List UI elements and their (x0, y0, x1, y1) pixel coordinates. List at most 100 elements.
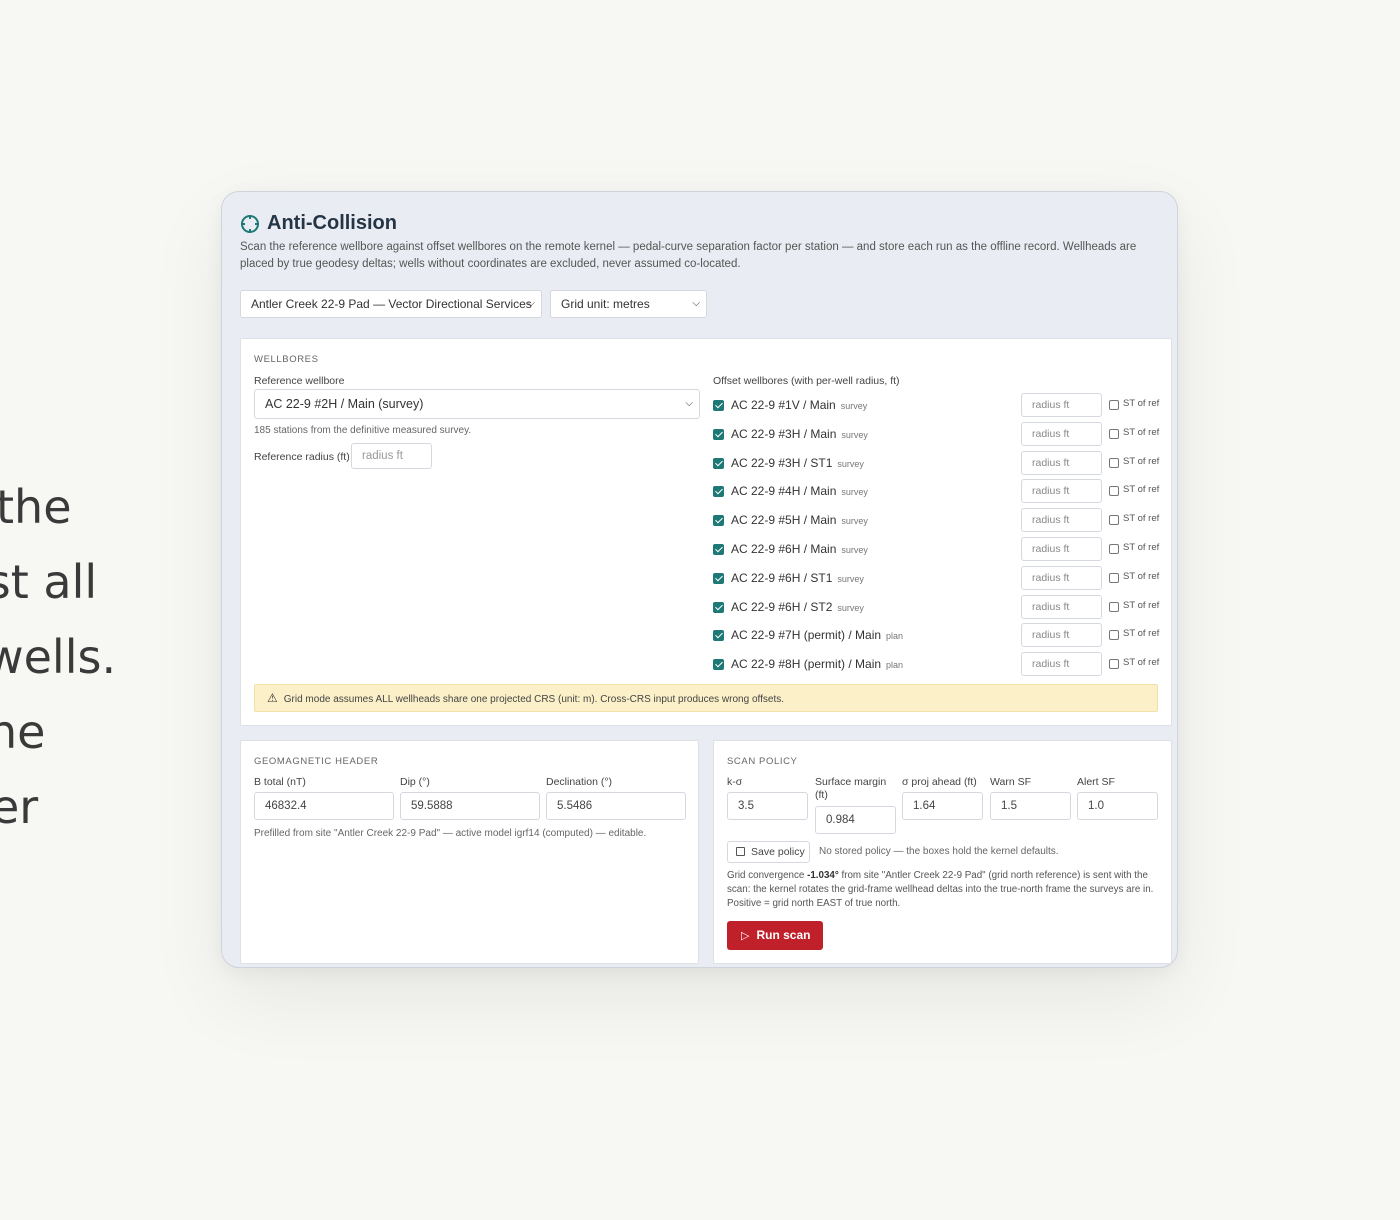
offset-radius-input[interactable]: radius ft (1021, 594, 1102, 619)
offset-radius-input[interactable]: radius ft (1021, 479, 1102, 504)
offset-wellbore-row: AC 22-9 #3H / ST1 survey radius ft ST of re… (713, 450, 1163, 477)
include-checkbox[interactable] (713, 400, 724, 411)
offset-radius-input[interactable]: radius ft (1021, 537, 1102, 561)
offset-kind: survey (841, 429, 868, 440)
reference-radius-input[interactable]: radius ft (351, 443, 432, 469)
st-of-ref-checkbox[interactable] (1109, 572, 1119, 583)
geomagnetic-section-label: GEOMAGNETIC HEADER (254, 756, 379, 767)
page-description: Scan the reference wellbore against offs… (240, 241, 1137, 270)
anti-collision-window: Anti-Collision Scan the reference wellbo… (221, 191, 1178, 968)
save-icon (736, 847, 745, 856)
offset-kind: survey (837, 602, 864, 613)
offset-kind: survey (837, 458, 864, 469)
btotal-input[interactable]: 46832.4 (254, 792, 394, 820)
offset-radius-input[interactable]: radius ft (1021, 623, 1102, 648)
st-of-ref-checkbox[interactable] (1109, 457, 1119, 468)
caption-line: ist all (0, 555, 98, 609)
offset-radius-input[interactable]: radius ft (1021, 565, 1102, 590)
scan-policy-card: SCAN POLICY k-σ 3.5 Surface margin (ft) … (713, 740, 1172, 964)
st-of-ref-label: ST of ref (1123, 398, 1160, 409)
caption-line: wells. (0, 630, 117, 684)
offset-wellbore-name: AC 22-9 #5H / Main survey (731, 513, 868, 527)
st-of-ref-checkbox[interactable] (1109, 428, 1119, 439)
offset-name-text: AC 22-9 #6H / Main (731, 542, 837, 556)
chevron-down-icon: ⌵ (527, 298, 535, 309)
offset-radius-input[interactable]: radius ft (1021, 393, 1102, 417)
offset-wellbore-row: AC 22-9 #8H (permit) / Main plan radius ft… (713, 652, 1163, 678)
chevron-down-icon: ⌵ (685, 398, 693, 409)
include-checkbox[interactable] (713, 544, 724, 555)
convergence-value: -1.034° (807, 870, 839, 881)
surface-margin-label: Surface margin (ft) (815, 776, 887, 801)
warning-text: Grid mode assumes ALL wellheads share on… (283, 694, 784, 705)
offset-wellbore-row: AC 22-9 #6H / ST2 survey radius ft ST of re… (713, 594, 1163, 621)
st-of-ref-label: ST of ref (1123, 657, 1160, 669)
st-of-ref-checkbox[interactable] (1109, 601, 1119, 612)
offset-radius-input[interactable]: radius ft (1021, 421, 1102, 446)
k-sigma-input[interactable]: 3.5 (727, 792, 808, 820)
wellbores-section-label: WELLBORES (254, 354, 319, 365)
grid-convergence-note: Grid convergence -1.034° from site "Antl… (727, 869, 1159, 911)
st-of-ref-checkbox[interactable] (1109, 400, 1119, 410)
offset-wellbore-name: AC 22-9 #6H / Main survey (731, 542, 868, 556)
declination-input[interactable]: 5.5486 (546, 792, 686, 820)
st-of-ref-checkbox[interactable] (1109, 630, 1119, 641)
sigma-proj-label: σ proj ahead (ft) (902, 776, 977, 788)
alert-sf-input[interactable]: 1.0 (1077, 792, 1158, 820)
st-of-ref-label: ST of ref (1123, 628, 1160, 640)
save-policy-button[interactable]: Save policy (727, 841, 810, 863)
warn-sf-label: Warn SF (990, 776, 1032, 788)
offset-kind: survey (840, 401, 868, 411)
offset-wellbore-row: AC 22-9 #6H / Main survey radius ft ST of r… (713, 537, 1163, 563)
include-checkbox[interactable] (713, 659, 724, 671)
include-checkbox[interactable] (713, 457, 724, 469)
include-checkbox[interactable] (713, 515, 724, 527)
offset-name-text: AC 22-9 #1V / Main (731, 398, 836, 412)
reference-wellbore-label: Reference wellbore (254, 375, 345, 387)
include-checkbox[interactable] (713, 630, 724, 642)
caption-line: he (0, 705, 46, 759)
run-scan-button[interactable]: ▷ Run scan (727, 921, 823, 950)
save-policy-label: Save policy (751, 846, 805, 858)
dip-label: Dip (°) (400, 776, 430, 788)
caption-line: er (0, 780, 39, 834)
include-checkbox[interactable] (713, 601, 724, 613)
declination-label: Declination (°) (546, 776, 613, 788)
st-of-ref-checkbox[interactable] (1109, 544, 1119, 554)
st-of-ref-label: ST of ref (1123, 513, 1160, 525)
offset-radius-input[interactable]: radius ft (1021, 508, 1102, 533)
st-of-ref-label: ST of ref (1123, 542, 1160, 553)
include-checkbox[interactable] (713, 428, 724, 440)
site-select[interactable]: Antler Creek 22-9 Pad — Vector Direction… (240, 290, 542, 318)
st-of-ref-checkbox[interactable] (1109, 486, 1119, 497)
include-checkbox[interactable] (713, 572, 724, 584)
offset-radius-input[interactable]: radius ft (1021, 450, 1102, 475)
st-of-ref-checkbox[interactable] (1109, 659, 1119, 670)
reference-wellbore-select[interactable]: AC 22-9 #2H / Main (survey) ⌵ (254, 389, 700, 419)
offset-radius-input[interactable]: radius ft (1021, 652, 1102, 677)
offset-wellbore-row: AC 22-9 #5H / Main survey radius ft ST of r… (713, 508, 1163, 534)
sigma-proj-input[interactable]: 1.64 (902, 792, 983, 820)
offset-name-text: AC 22-9 #5H / Main (731, 513, 837, 528)
st-of-ref-label: ST of ref (1123, 484, 1160, 496)
offset-wellbore-name: AC 22-9 #4H / Main survey (731, 484, 868, 498)
grid-unit-select[interactable]: Grid unit: metres ⌵ (550, 290, 707, 318)
include-checkbox[interactable] (713, 486, 724, 498)
offset-wellbore-name: AC 22-9 #3H / Main survey (731, 427, 868, 441)
crosshair-icon (241, 214, 259, 233)
offset-wellbore-name: AC 22-9 #6H / ST1 survey (731, 571, 864, 585)
offset-name-text: AC 22-9 #8H (permit) / Main (731, 657, 882, 672)
grid-mode-warning: ⚠ Grid mode assumes ALL wellheads share o… (254, 684, 1158, 712)
warn-sf-input[interactable]: 1.5 (990, 792, 1071, 820)
offset-wellbore-name: AC 22-9 #8H (permit) / Main plan (731, 657, 903, 671)
play-icon: ▷ (741, 930, 750, 942)
st-of-ref-label: ST of ref (1123, 599, 1160, 611)
offset-wellbore-row: AC 22-9 #7H (permit) / Main plan radius ft… (713, 623, 1163, 649)
surface-margin-input[interactable]: 0.984 (815, 806, 896, 834)
st-of-ref-label: ST of ref (1123, 455, 1160, 467)
st-of-ref-checkbox[interactable] (1109, 515, 1119, 526)
dip-input[interactable]: 59.5888 (400, 792, 540, 820)
geomagnetic-card: GEOMAGNETIC HEADER B total (nT) 46832.4 … (240, 740, 699, 964)
offset-wellbore-name: AC 22-9 #7H (permit) / Main plan (731, 628, 903, 642)
offset-wellbore-row: AC 22-9 #1V / Main survey radius ft ST of r… (713, 393, 1163, 419)
